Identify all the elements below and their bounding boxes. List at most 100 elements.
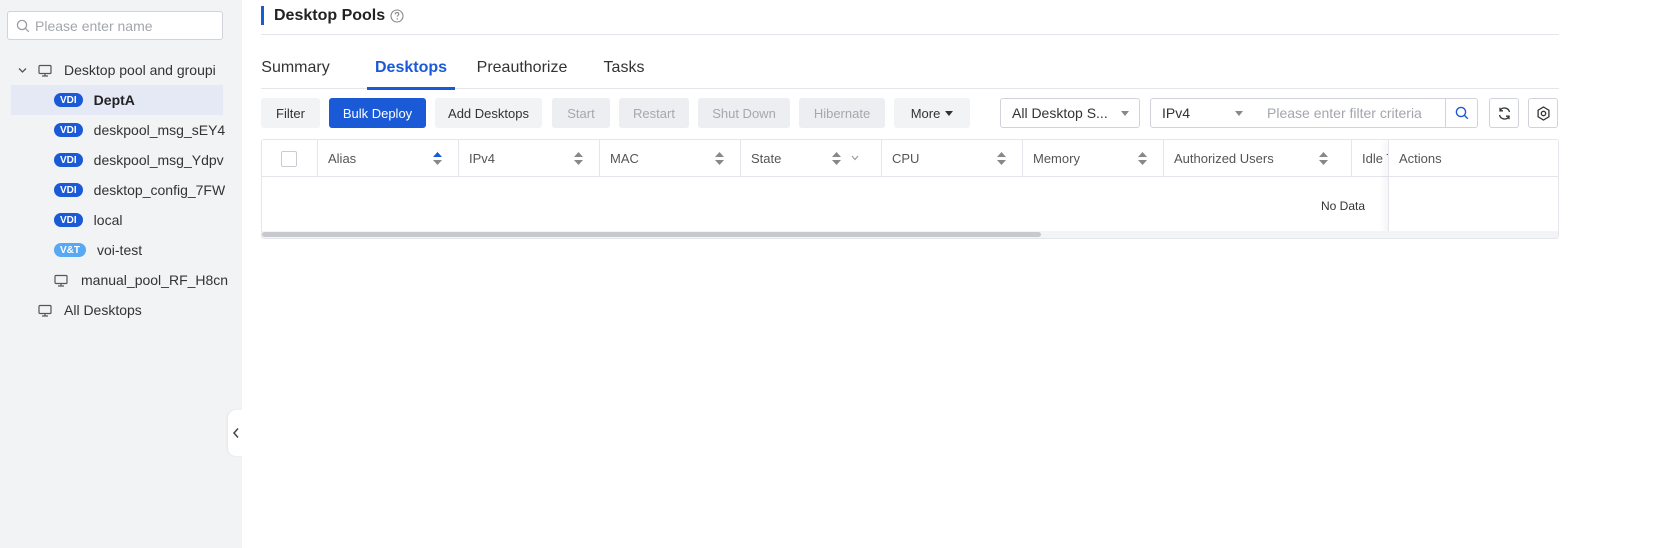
restart-button[interactable]: Restart: [619, 98, 689, 128]
tree-item-depta[interactable]: VDI DeptA: [11, 85, 223, 115]
vdi-badge: VDI: [54, 183, 83, 197]
tree-item-label: All Desktops: [64, 302, 142, 318]
tree-item-voi-test[interactable]: V&T voi-test: [0, 235, 242, 265]
monitor-icon: [38, 64, 52, 77]
tree-search-box[interactable]: [7, 11, 223, 40]
column-header-authorized-users[interactable]: Authorized Users: [1163, 140, 1352, 177]
tree-item-desktop-config[interactable]: VDI desktop_config_7FW: [0, 175, 242, 205]
horizontal-scrollbar[interactable]: [262, 231, 1558, 238]
title-accent-bar: [261, 6, 264, 25]
start-button[interactable]: Start: [552, 98, 610, 128]
tree-item-label: voi-test: [97, 242, 143, 258]
column-label: IPv4: [469, 151, 496, 166]
hibernate-button[interactable]: Hibernate: [799, 98, 885, 128]
desktop-status-select[interactable]: All Desktop S...: [1000, 98, 1140, 128]
help-icon[interactable]: [390, 8, 404, 23]
column-label: State: [751, 151, 782, 166]
sort-icon[interactable]: [574, 152, 583, 165]
gear-icon: [1536, 105, 1550, 121]
vdi-badge: VDI: [54, 153, 83, 167]
select-all-header: [262, 140, 318, 177]
filter-search-button[interactable]: [1445, 98, 1478, 128]
vdi-badge: VDI: [54, 93, 83, 107]
vdi-badge: VDI: [54, 123, 83, 137]
tree-root-label: Desktop pool and groupi: [64, 62, 216, 78]
column-header-alias[interactable]: Alias: [317, 140, 459, 177]
column-label: Alias: [328, 151, 357, 166]
column-label: CPU: [892, 151, 920, 166]
column-header-memory[interactable]: Memory: [1022, 140, 1164, 177]
tree-node-root[interactable]: Desktop pool and groupi: [0, 55, 242, 85]
column-header-mac[interactable]: MAC: [599, 140, 741, 177]
tree-search-input[interactable]: [35, 17, 215, 34]
horizontal-scrollbar-thumb[interactable]: [262, 232, 1041, 237]
caret-down-icon: [945, 110, 954, 116]
vdi-badge: VDI: [54, 213, 83, 227]
empty-state-text: No Data: [1321, 199, 1366, 213]
tree-item-label: desktop_config_7FW: [93, 182, 226, 198]
column-header-ipv4[interactable]: IPv4: [458, 140, 600, 177]
main-content: Desktop Pools Summary Desktops Preauthor…: [242, 0, 1667, 548]
vt-badge: V&T: [54, 243, 86, 257]
sort-icon[interactable]: [1138, 152, 1147, 165]
tree-item-deskpool-sey4[interactable]: VDI deskpool_msg_sEY4: [0, 115, 242, 145]
actions-column: Actions: [1388, 140, 1558, 238]
desktops-table: Alias IPv4 MAC State CPU Memory Authoriz…: [261, 139, 1559, 239]
column-label: Authorized Users: [1174, 151, 1274, 166]
filter-field-select[interactable]: IPv4: [1150, 98, 1254, 128]
tree-item-all-desktops[interactable]: All Desktops: [0, 295, 242, 325]
monitor-icon: [54, 274, 68, 287]
chevron-left-icon: [232, 428, 239, 438]
column-label: MAC: [610, 151, 639, 166]
tree-item-label: deskpool_msg_Ydpv: [93, 152, 224, 168]
bulk-deploy-button[interactable]: Bulk Deploy: [329, 98, 426, 128]
settings-button[interactable]: [1528, 98, 1558, 128]
select-all-checkbox[interactable]: [281, 150, 297, 167]
tree-item-label: local: [93, 212, 123, 228]
refresh-icon: [1498, 106, 1510, 120]
caret-down-icon: [1235, 111, 1243, 116]
filter-input-box[interactable]: [1253, 98, 1446, 128]
table-header: Alias IPv4 MAC State CPU Memory Authoriz…: [262, 140, 1558, 177]
caret-down-icon: [1121, 111, 1129, 116]
sort-icon[interactable]: [997, 152, 1006, 165]
more-button-label: More: [910, 105, 941, 121]
tab-summary[interactable]: Summary: [261, 46, 330, 89]
tree-item-label: manual_pool_RF_H8cn: [81, 272, 229, 288]
sort-icon[interactable]: [832, 152, 841, 165]
page-title: Desktop Pools: [261, 6, 404, 25]
column-header-state[interactable]: State: [740, 140, 882, 177]
tree-item-label: DeptA: [93, 92, 135, 108]
sort-icon[interactable]: [433, 152, 442, 165]
tree-item-deskpool-ydpv[interactable]: VDI deskpool_msg_Ydpv: [0, 145, 242, 175]
search-icon: [16, 19, 30, 32]
add-desktops-button[interactable]: Add Desktops: [435, 98, 542, 128]
chevron-down-icon[interactable]: [17, 65, 28, 76]
tree-item-manual-pool[interactable]: manual_pool_RF_H8cn: [0, 265, 242, 295]
search-icon: [1455, 106, 1468, 120]
filter-criteria-input[interactable]: [1267, 105, 1437, 121]
tab-bar: Summary Desktops Preauthorize Tasks: [261, 46, 1559, 90]
pool-tree: Desktop pool and groupi VDI DeptA VDI de…: [0, 55, 242, 325]
tab-preauthorize[interactable]: Preauthorize: [476, 46, 568, 89]
more-dropdown-button[interactable]: More: [894, 98, 970, 128]
tab-desktops[interactable]: Desktops: [367, 46, 455, 90]
column-header-cpu[interactable]: CPU: [881, 140, 1023, 177]
sort-icon[interactable]: [1319, 152, 1328, 165]
tab-tasks[interactable]: Tasks: [604, 46, 645, 89]
column-label: Memory: [1033, 151, 1080, 166]
sidebar: Desktop pool and groupi VDI DeptA VDI de…: [0, 0, 244, 548]
filter-chevron-icon[interactable]: [851, 155, 859, 161]
shut-down-button[interactable]: Shut Down: [698, 98, 790, 128]
toolbar: Filter Bulk Deploy Add Desktops Start Re…: [242, 98, 1667, 128]
refresh-button[interactable]: [1489, 98, 1519, 128]
tree-item-label: deskpool_msg_sEY4: [93, 122, 226, 138]
desktop-status-select-value: All Desktop S...: [1012, 105, 1108, 121]
tree-item-local[interactable]: VDI local: [0, 205, 242, 235]
sort-icon[interactable]: [715, 152, 724, 165]
filter-field-select-value: IPv4: [1162, 105, 1191, 121]
column-header-actions: Actions: [1389, 140, 1558, 177]
filter-button[interactable]: Filter: [261, 98, 320, 128]
title-divider: [261, 34, 1559, 35]
page-title-text: Desktop Pools: [274, 6, 386, 24]
